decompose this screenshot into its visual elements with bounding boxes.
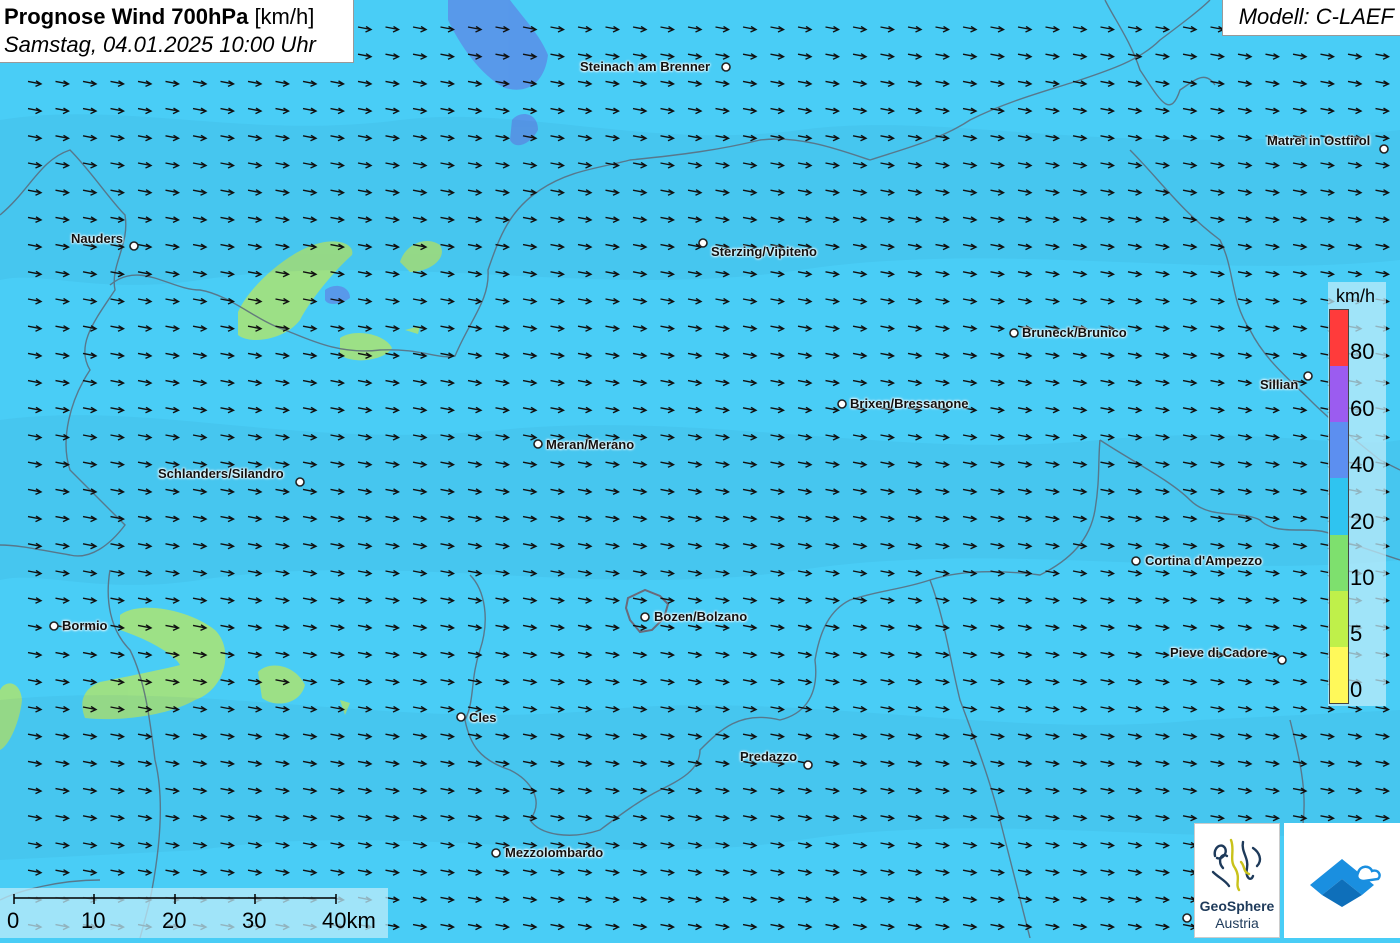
marker-sillian[interactable] — [1303, 371, 1313, 381]
legend-color-segment — [1330, 310, 1348, 367]
marker-nauders[interactable] — [129, 241, 139, 251]
map-subtitle-datetime: Samstag, 04.01.2025 10:00 Uhr — [4, 32, 316, 57]
marker-schlanders[interactable] — [295, 477, 305, 487]
map-title-box: Prognose Wind 700hPa [km/h] Samstag, 04.… — [0, 0, 354, 63]
place-label-sillian: Sillian — [1260, 377, 1299, 392]
legend-color-segment — [1330, 646, 1348, 703]
app-logo[interactable] — [1284, 823, 1400, 938]
scale-bar: 0 10 20 30 40km — [0, 888, 388, 938]
place-label-bozen: Bozen/Bolzano — [654, 609, 748, 624]
place-label-cles: Cles — [469, 710, 497, 725]
marker-bottom-right[interactable] — [1182, 913, 1192, 923]
place-label-brixen: Brixen/Bressanone — [850, 396, 969, 411]
marker-predazzo[interactable] — [803, 760, 813, 770]
marker-mezzolombardo[interactable] — [491, 848, 501, 858]
place-label-nauders: Nauders — [71, 231, 124, 246]
place-label-matrei: Matrei in Osttirol — [1267, 133, 1371, 148]
legend-tick-60: 60 — [1350, 396, 1375, 421]
legend-tick-40: 40 — [1350, 452, 1375, 477]
place-label-predazzo: Predazzo — [740, 749, 798, 764]
legend-tick-10: 10 — [1350, 565, 1375, 590]
marker-bormio[interactable] — [49, 621, 59, 631]
marker-bruneck[interactable] — [1009, 328, 1019, 338]
scale-label-0: 0 — [7, 908, 20, 933]
scale-label-40km: 40km — [322, 908, 376, 933]
place-label-meran: Meran/Merano — [546, 437, 635, 452]
marker-cles[interactable] — [456, 712, 466, 722]
legend-color-segment — [1330, 366, 1348, 423]
legend-unit: km/h — [1336, 286, 1376, 306]
marker-sterzing[interactable] — [698, 238, 708, 248]
marker-bozen[interactable] — [640, 612, 650, 622]
geosphere-logo-country: Austria — [1215, 915, 1259, 931]
app-logo-icon — [1310, 859, 1381, 907]
terrain-shading — [0, 114, 1400, 860]
place-label-steinach: Steinach am Brenner — [580, 59, 711, 74]
legend-color-segment — [1330, 478, 1348, 535]
marker-pieve[interactable] — [1277, 655, 1287, 665]
scale-label-10: 10 — [81, 908, 106, 933]
geosphere-logo-name: GeoSphere — [1199, 898, 1275, 914]
legend-tick-0: 0 — [1350, 677, 1363, 702]
geosphere-logo[interactable]: GeoSphere Austria — [1194, 823, 1280, 938]
map-title-main: Prognose Wind 700hPa — [4, 4, 249, 29]
map-title: Prognose Wind 700hPa [km/h] — [4, 3, 349, 31]
legend-tick-80: 80 — [1350, 339, 1375, 364]
legend-tick-5: 5 — [1350, 621, 1363, 646]
marker-steinach[interactable] — [721, 62, 731, 72]
marker-brixen[interactable] — [837, 399, 847, 409]
map-title-unit: [km/h] — [254, 4, 315, 29]
model-label: Modell: C-LAEF — [1222, 0, 1400, 36]
geosphere-emblem-icon — [1211, 838, 1262, 892]
place-label-schlanders: Schlanders/Silandro — [158, 466, 284, 481]
marker-cortina[interactable] — [1131, 556, 1141, 566]
place-label-cortina: Cortina d'Ampezzo — [1145, 553, 1263, 568]
legend-color-bar — [1329, 309, 1349, 704]
place-label-sterzing: Sterzing/Vipiteno — [711, 244, 817, 259]
marker-meran[interactable] — [533, 439, 543, 449]
scale-label-30: 30 — [242, 908, 267, 933]
place-label-bormio: Bormio — [62, 618, 108, 633]
scale-label-20: 20 — [162, 908, 187, 933]
place-label-bruneck: Bruneck/Brunico — [1022, 325, 1127, 340]
legend-color-segment — [1330, 534, 1348, 591]
legend-color-segment — [1330, 422, 1348, 479]
legend-tick-20: 20 — [1350, 509, 1375, 534]
place-label-mezzolombardo: Mezzolombardo — [505, 845, 604, 860]
place-label-pieve: Pieve di Cadore — [1170, 645, 1268, 660]
color-legend: km/h 80 60 40 20 10 5 0 — [1328, 282, 1386, 706]
legend-color-segment — [1330, 590, 1348, 647]
marker-matrei[interactable] — [1379, 144, 1389, 154]
